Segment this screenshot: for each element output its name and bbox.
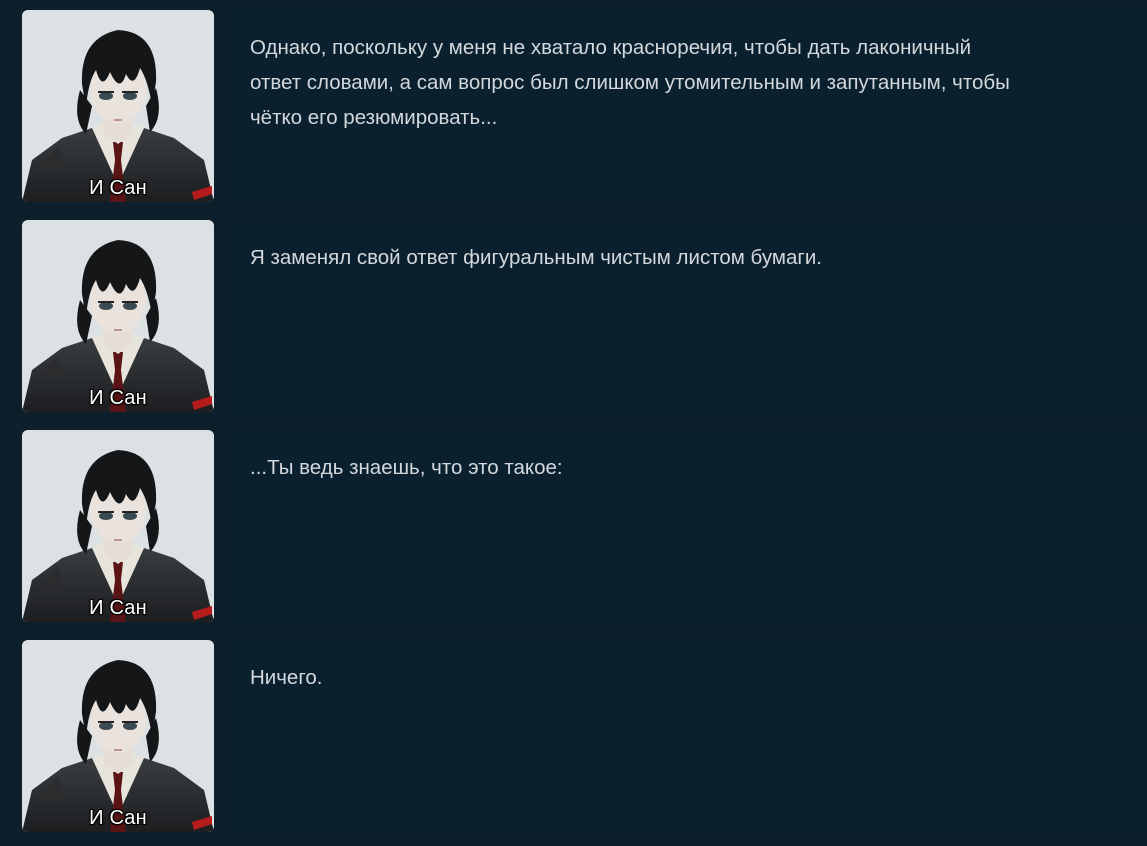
- dialogue-bubble: Я заменял свой ответ фигуральным чистым …: [231, 220, 1147, 414]
- speaker-name: И Сан: [89, 597, 147, 619]
- speaker-portrait: И Сан: [22, 430, 214, 622]
- dialogue-bubble: ...Ты ведь знаешь, что это такое:: [231, 430, 1147, 624]
- dialogue-text: ...Ты ведь знаешь, что это такое:: [250, 456, 563, 479]
- speaker-name: И Сан: [89, 177, 147, 199]
- character-portrait-icon: [22, 10, 214, 202]
- dialogue-entry: И Сан Я заменял свой ответ фигуральным ч…: [0, 210, 1147, 420]
- dialogue-entry: И Сан Ничего.: [0, 630, 1147, 840]
- dialogue-bubble: Ничего.: [231, 640, 1147, 834]
- speaker-name: И Сан: [89, 807, 147, 829]
- character-portrait-icon: [22, 220, 214, 412]
- dialogue-entry: И Сан Однако, поскольку у меня не хватал…: [0, 0, 1147, 210]
- dialogue-bubble: Однако, поскольку у меня не хватало крас…: [231, 10, 1147, 204]
- dialogue-entry: И Сан ...Ты ведь знаешь, что это такое:: [0, 420, 1147, 630]
- speaker-portrait: И Сан: [22, 10, 214, 202]
- speaker-name: И Сан: [89, 387, 147, 409]
- character-portrait-icon: [22, 430, 214, 622]
- dialogue-text: Однако, поскольку у меня не хватало крас…: [250, 36, 1010, 129]
- dialogue-text: Я заменял свой ответ фигуральным чистым …: [250, 246, 822, 269]
- character-portrait-icon: [22, 640, 214, 832]
- dialogue-log: И Сан Однако, поскольку у меня не хватал…: [0, 0, 1147, 846]
- dialogue-text: Ничего.: [250, 666, 323, 689]
- speaker-portrait: И Сан: [22, 640, 214, 832]
- speaker-portrait: И Сан: [22, 220, 214, 412]
